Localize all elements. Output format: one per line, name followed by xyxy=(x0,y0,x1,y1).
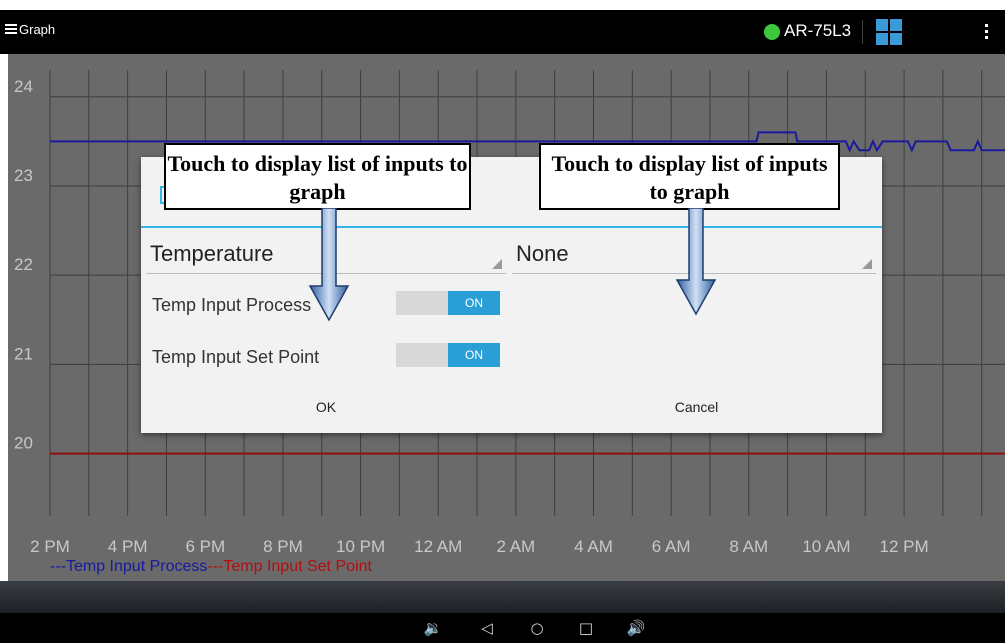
x-tick-label: 6 PM xyxy=(185,537,225,556)
menu-icon[interactable] xyxy=(5,24,17,34)
x-tick-label: 4 AM xyxy=(574,537,613,556)
dialog-divider xyxy=(141,226,882,228)
x-tick-label: 12 AM xyxy=(414,537,462,556)
chart-legend: ---Temp Input Process---Temp Input Set P… xyxy=(50,558,372,576)
x-tick-label: 8 AM xyxy=(729,537,768,556)
back-icon[interactable]: ◁ xyxy=(477,618,497,638)
left-down-arrow-icon xyxy=(308,208,350,322)
x-tick-label: 6 AM xyxy=(652,537,691,556)
right-down-arrow-icon xyxy=(675,208,717,316)
volume-up-icon[interactable]: 🔊 xyxy=(626,618,646,638)
recents-icon[interactable]: □ xyxy=(576,618,596,638)
toggle-process[interactable]: ON xyxy=(396,291,500,315)
right-spinner-value: None xyxy=(516,241,569,266)
divider xyxy=(862,20,863,44)
x-tick-label: 10 AM xyxy=(802,537,850,556)
screen: Graph AR-75L3 24 23 22 21 20 2 PM 4 PM 6 PM 8 PM… xyxy=(0,0,1005,643)
y-tick-label: 21 xyxy=(14,344,33,363)
x-tick-label: 2 PM xyxy=(30,537,70,556)
right-callout: Touch to display list of inputs to graph xyxy=(539,143,840,210)
ok-button[interactable]: OK xyxy=(141,390,511,424)
left-spinner-value: Temperature xyxy=(150,241,274,266)
x-tick-label: 4 PM xyxy=(108,537,148,556)
legend-process: ---Temp Input Process xyxy=(50,558,208,575)
action-bar: Graph AR-75L3 xyxy=(0,10,1005,54)
y-tick-label: 23 xyxy=(14,166,33,185)
device-name[interactable]: AR-75L3 xyxy=(784,21,851,41)
toggle-thumb: ON xyxy=(448,291,500,315)
grid-icon[interactable] xyxy=(876,19,902,45)
app-title: Graph xyxy=(19,22,56,37)
wallpaper-strip xyxy=(0,581,1005,613)
spinner-arrow-icon xyxy=(492,259,502,269)
row-label-process: Temp Input Process xyxy=(152,295,312,315)
spinner-arrow-icon xyxy=(862,259,872,269)
toggle-thumb: ON xyxy=(448,343,500,367)
x-tick-label: 10 PM xyxy=(336,537,385,556)
legend-set-point: ---Temp Input Set Point xyxy=(207,558,372,575)
navigation-bar: 🔉 ◁ ○ □ 🔊 xyxy=(0,613,1005,643)
y-tick-label: 20 xyxy=(14,434,33,453)
cancel-button[interactable]: Cancel xyxy=(511,390,882,424)
overflow-menu-icon[interactable] xyxy=(985,24,989,42)
left-callout: Touch to display list of inputs to graph xyxy=(164,143,471,210)
home-icon[interactable]: ○ xyxy=(527,618,547,638)
toggle-set-point[interactable]: ON xyxy=(396,343,500,367)
system-bar: 🔉 ◁ ○ □ 🔊 xyxy=(0,581,1005,643)
x-tick-label: 8 PM xyxy=(263,537,303,556)
y-tick-label: 22 xyxy=(14,255,33,274)
y-tick-label: 24 xyxy=(14,77,33,96)
x-tick-label: 2 AM xyxy=(496,537,535,556)
row-label-set-point: Temp Input Set Point xyxy=(152,347,320,367)
connection-status-icon xyxy=(764,24,780,40)
volume-down-icon[interactable]: 🔉 xyxy=(423,618,443,638)
top-margin xyxy=(0,0,1005,10)
x-tick-label: 12 PM xyxy=(879,537,928,556)
